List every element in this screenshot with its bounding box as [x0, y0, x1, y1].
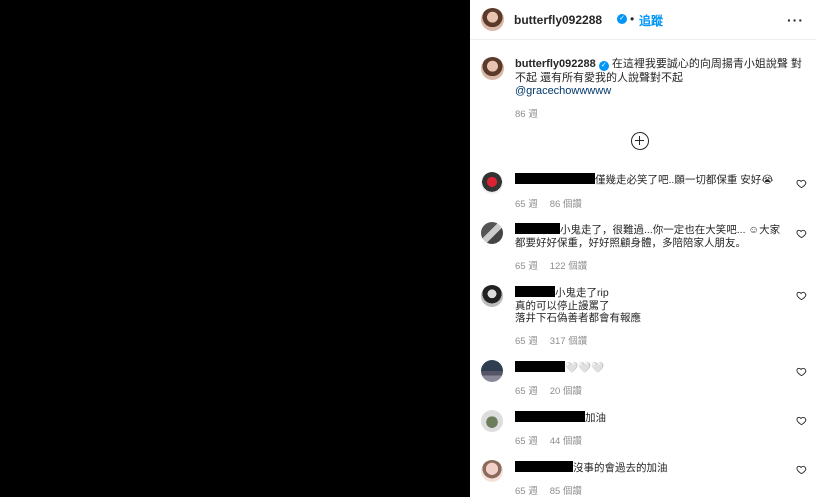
- redacted-username: [515, 173, 595, 184]
- verified-icon: ✓: [617, 14, 627, 24]
- comment-meta: 65 週 122 個讚: [515, 258, 599, 272]
- author-avatar[interactable]: [481, 8, 504, 31]
- more-options-icon[interactable]: ···: [787, 12, 804, 28]
- comment-text: 小鬼走了，很難過...你一定也在大笑吧... ☺大家都要好好保重，好好照顧身體，…: [515, 223, 781, 249]
- redacted-username: [515, 461, 573, 472]
- comment-time[interactable]: 65 週: [515, 261, 538, 272]
- comment-time[interactable]: 65 週: [515, 386, 538, 397]
- comment-meta: 65 週 317 個讚: [515, 333, 599, 347]
- post-side-panel: butterfly092288 ✓ • 追蹤 ··· butterfly0922…: [470, 0, 816, 497]
- comment-text: 沒事的會過去的加油: [515, 461, 785, 475]
- commenter-avatar[interactable]: [481, 410, 503, 432]
- caption-avatar[interactable]: [481, 57, 504, 80]
- like-heart-icon[interactable]: [796, 366, 807, 377]
- commenter-avatar[interactable]: [481, 285, 503, 307]
- comment-line: 真的可以停止謾罵了: [515, 299, 610, 312]
- like-heart-icon[interactable]: [796, 228, 807, 239]
- comment-meta: 65 週 20 個讚: [515, 383, 594, 397]
- caption-mention[interactable]: @gracechowwwww: [515, 85, 611, 97]
- comment-likes[interactable]: 122 個讚: [550, 261, 588, 272]
- caption: butterfly092288 ✓ 在這裡我要誠心的向周揚青小姐說聲 對不起 還…: [515, 58, 805, 99]
- comment-text: 加油: [515, 411, 785, 425]
- like-heart-icon[interactable]: [796, 290, 807, 301]
- load-more-comments-icon[interactable]: [631, 132, 649, 150]
- follow-button[interactable]: 追蹤: [639, 12, 663, 29]
- comment-likes[interactable]: 85 個讚: [550, 486, 582, 497]
- comment-text: 僅幾走必笑了吧..願一切都保重 安好😭: [515, 173, 785, 187]
- comment-likes[interactable]: 20 個讚: [550, 386, 582, 397]
- verified-icon: ✓: [598, 61, 609, 71]
- comment-time[interactable]: 65 週: [515, 436, 538, 447]
- redacted-username: [515, 411, 585, 422]
- commenter-avatar[interactable]: [481, 222, 503, 244]
- like-heart-icon[interactable]: [796, 415, 807, 426]
- post-media[interactable]: [0, 0, 470, 497]
- comment-likes[interactable]: 317 個讚: [550, 336, 588, 347]
- commenter-avatar[interactable]: [481, 360, 503, 382]
- comment-line: 落井下石偽善者都會有報應: [515, 312, 641, 324]
- comment-time[interactable]: 65 週: [515, 336, 538, 347]
- caption-username[interactable]: butterfly092288: [515, 58, 596, 70]
- comment-text: 🤍🤍🤍: [515, 361, 785, 375]
- commenter-avatar[interactable]: [481, 172, 503, 194]
- like-heart-icon[interactable]: [796, 464, 807, 475]
- comment-meta: 65 週 85 個讚: [515, 483, 594, 497]
- author-username[interactable]: butterfly092288: [514, 13, 602, 27]
- comment-time[interactable]: 65 週: [515, 199, 538, 210]
- comment-meta: 65 週 86 個讚: [515, 196, 594, 210]
- like-heart-icon[interactable]: [796, 178, 807, 189]
- comment-time[interactable]: 65 週: [515, 486, 538, 497]
- post-header: butterfly092288 ✓ • 追蹤 ···: [470, 0, 816, 40]
- comment-text: 小鬼走了rip 真的可以停止謾罵了 落井下石偽善者都會有報應: [515, 286, 641, 324]
- comment-meta: 65 週 44 個讚: [515, 433, 594, 447]
- caption-time[interactable]: 86 週: [515, 106, 538, 120]
- comment-likes[interactable]: 44 個讚: [550, 436, 582, 447]
- redacted-username: [515, 223, 560, 234]
- commenter-avatar[interactable]: [481, 460, 503, 482]
- redacted-username: [515, 286, 555, 297]
- comment-likes[interactable]: 86 個讚: [550, 199, 582, 210]
- redacted-username: [515, 361, 565, 372]
- separator-dot: •: [630, 12, 635, 26]
